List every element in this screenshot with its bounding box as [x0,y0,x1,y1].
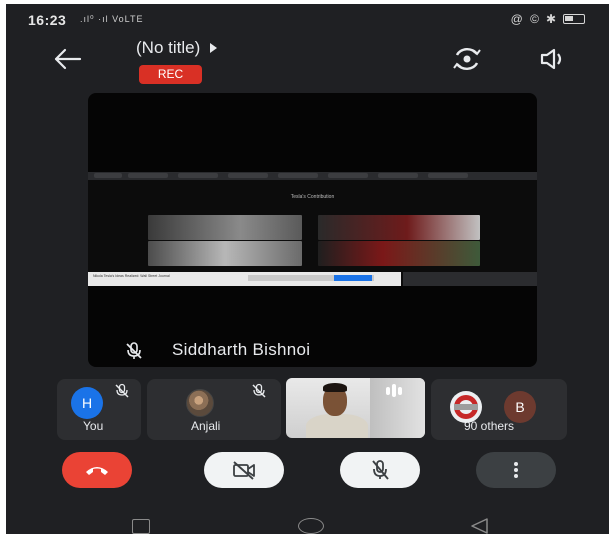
shared-image [318,215,480,240]
camera-toggle-button[interactable] [204,452,284,488]
self-video-person [306,414,368,438]
shared-screen: Tesla's Contribution Nikola Tesla's Idea… [88,172,537,286]
speaker-icon [540,48,562,70]
presenter-name: Siddharth Bishnoi [172,340,311,359]
audio-level-icon [386,384,402,397]
rec-badge: REC [139,65,202,84]
nav-back-button[interactable] [469,517,489,534]
end-call-icon [86,467,108,475]
mic-off-icon [115,383,129,398]
more-vert-icon [514,462,518,478]
home-button[interactable] [298,518,324,534]
shared-image [318,241,480,266]
more-options-button[interactable] [476,452,556,488]
presenter-tile[interactable]: Tesla's Contribution Nikola Tesla's Idea… [88,93,537,367]
shared-screen-right [403,272,537,286]
bluetooth-icon: ✱ [545,12,558,26]
meeting-title-button[interactable]: (No title) [136,38,218,58]
self-video-tile[interactable] [286,378,425,438]
alarm-icon: @ © [510,12,541,26]
mic-toggle-button[interactable] [340,452,420,488]
participant-tile-you[interactable]: H You [57,379,141,440]
status-time: 16:23 [28,12,67,28]
speaker-button[interactable] [536,44,570,74]
recent-apps-button[interactable] [132,519,150,534]
status-icons: @ © ✱ [511,12,585,26]
mic-off-icon [252,383,266,398]
avatar: B [504,391,536,423]
shared-image [148,215,302,240]
network-indicator: .ıl⁰ ·ıl VoLTE [80,14,144,24]
participant-tile-anjali[interactable]: Anjali [147,379,281,440]
back-button[interactable] [50,44,84,74]
chevron-right-icon [210,43,218,53]
participant-label: Anjali [191,419,221,433]
shared-browser-bar [88,172,537,180]
shared-strip-text: Nikola Tesla's Ideas Realized: Wall Stre… [93,274,170,278]
shared-screen-strip: Nikola Tesla's Ideas Realized: Wall Stre… [88,272,401,286]
avatar [186,389,214,417]
meeting-title: (No title) [136,38,201,57]
battery-icon [563,14,585,24]
participant-label: You [83,419,104,433]
end-call-button[interactable] [62,452,132,488]
avatar [450,391,482,423]
camera-off-icon [233,461,255,480]
back-triangle-icon [471,518,488,534]
shared-screen-heading: Tesla's Contribution [290,194,335,200]
status-bar: 16:23 .ıl⁰ ·ıl VoLTE @ © ✱ [6,4,609,34]
switch-camera-icon [453,48,481,70]
switch-camera-button[interactable] [450,42,484,76]
mic-off-icon [126,342,142,359]
mic-off-icon [372,460,389,480]
meet-call-screen: 16:23 .ıl⁰ ·ıl VoLTE @ © ✱ (No title) RE… [6,4,609,534]
logo-icon [454,395,478,419]
shared-image [148,241,302,266]
avatar: H [71,387,103,419]
back-arrow-icon [54,48,82,70]
